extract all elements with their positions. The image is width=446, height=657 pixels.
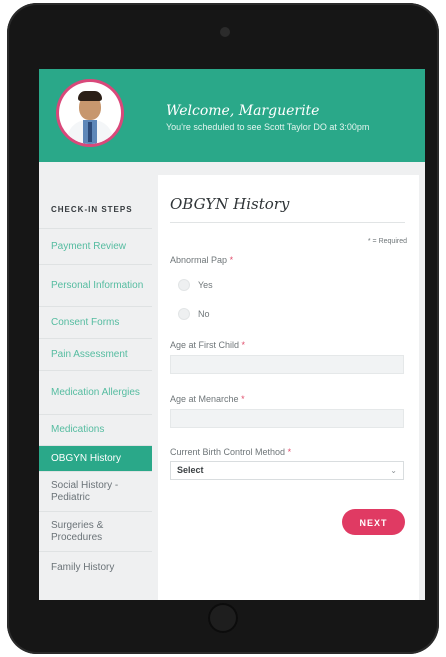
sidebar-item-consent-forms[interactable]: Consent Forms <box>39 306 152 338</box>
chevron-down-icon: ⌄ <box>390 466 397 475</box>
radio-button-icon[interactable] <box>178 308 190 320</box>
camera-icon <box>220 27 230 37</box>
title-divider <box>170 222 405 223</box>
sidebar-title: CHECK-IN STEPS <box>51 205 133 214</box>
check-in-steps-sidebar: CHECK-IN STEPS Payment Review Personal I… <box>39 192 152 584</box>
radio-button-icon[interactable] <box>178 279 190 291</box>
birth-control-selected-value: Select <box>177 465 204 475</box>
sidebar-item-family-history[interactable]: Family History <box>39 551 152 584</box>
welcome-heading: Welcome, Marguerite <box>166 103 320 119</box>
welcome-banner: Welcome, Marguerite You're scheduled to … <box>39 69 425 162</box>
home-button[interactable] <box>208 603 238 633</box>
sidebar-item-surgeries-procedures[interactable]: Surgeries & Procedures <box>39 511 152 551</box>
first-child-age-input[interactable] <box>170 355 404 374</box>
required-note: * = Required <box>367 238 407 245</box>
radio-label-no: No <box>198 309 210 319</box>
avatar <box>59 82 121 144</box>
radio-option-no[interactable]: No <box>178 308 210 320</box>
tablet-device: Welcome, Marguerite You're scheduled to … <box>7 3 439 654</box>
page-title: OBGYN History <box>170 195 290 213</box>
appointment-subtitle: You're scheduled to see Scott Taylor DO … <box>166 122 370 132</box>
menarche-age-label: Age at Menarche * <box>170 394 245 404</box>
app-screen: Welcome, Marguerite You're scheduled to … <box>39 69 425 600</box>
first-child-age-label: Age at First Child * <box>170 340 246 350</box>
sidebar-item-obgyn-history[interactable]: OBGYN History <box>39 445 152 471</box>
radio-label-yes: Yes <box>198 280 213 290</box>
next-button[interactable]: NEXT <box>342 509 405 535</box>
sidebar-item-medication-allergies[interactable]: Medication Allergies <box>39 370 152 414</box>
sidebar-item-social-history[interactable]: Social History - Pediatric <box>39 471 152 511</box>
birth-control-select[interactable]: Select ⌄ <box>170 461 404 480</box>
sidebar-item-medications[interactable]: Medications <box>39 414 152 445</box>
sidebar-item-personal-information[interactable]: Personal Information <box>39 264 152 306</box>
radio-option-yes[interactable]: Yes <box>178 279 213 291</box>
sidebar-item-payment-review[interactable]: Payment Review <box>39 228 152 264</box>
sidebar-item-pain-assessment[interactable]: Pain Assessment <box>39 338 152 370</box>
abnormal-pap-label: Abnormal Pap * <box>170 255 234 265</box>
menarche-age-input[interactable] <box>170 409 404 428</box>
birth-control-label: Current Birth Control Method * <box>170 447 292 457</box>
obgyn-form-panel: OBGYN History * = Required Abnormal Pap … <box>158 175 419 600</box>
